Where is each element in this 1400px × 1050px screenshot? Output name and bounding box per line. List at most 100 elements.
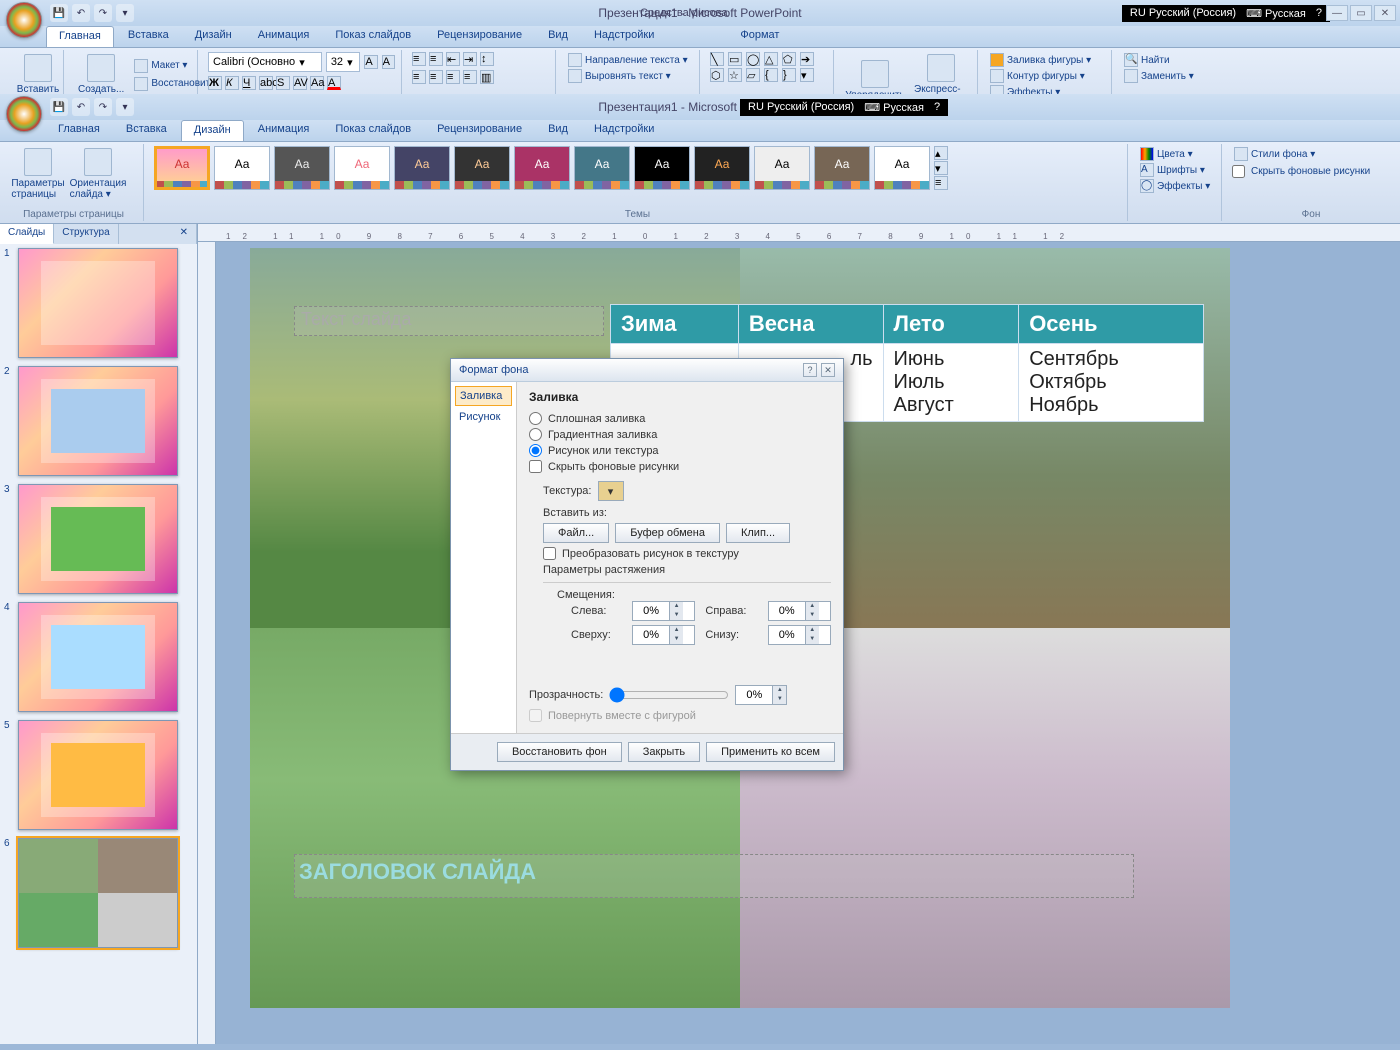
tab-addins[interactable]: Надстройки <box>582 26 666 47</box>
orientation-button[interactable]: Ориентация слайда ▾ <box>70 146 126 202</box>
shape-icon[interactable]: ⬡ <box>710 68 724 82</box>
shape-icon[interactable]: { <box>764 68 778 82</box>
case-icon[interactable]: Aa <box>310 76 324 90</box>
theme-swatch[interactable]: Аа <box>694 146 750 190</box>
undo-icon[interactable]: ↶ <box>72 4 90 22</box>
shape-outline[interactable]: Контур фигуры ▾ <box>988 68 1105 84</box>
char-spacing-icon[interactable]: AV <box>293 76 307 90</box>
cell[interactable]: ИюньИюльАвгуст <box>883 344 1019 422</box>
find-button[interactable]: 🔍Найти <box>1122 52 1200 68</box>
theme-colors[interactable]: Цвета ▾ <box>1138 146 1215 162</box>
justify-icon[interactable]: ≡ <box>463 70 477 84</box>
clipart-button[interactable]: Клип... <box>726 523 790 543</box>
shrink-font-icon[interactable]: A <box>382 55 395 69</box>
shape-icon[interactable]: ➔ <box>800 52 814 66</box>
file-button[interactable]: Файл... <box>543 523 609 543</box>
theme-swatch[interactable]: Аа <box>634 146 690 190</box>
theme-swatch[interactable]: Аа <box>214 146 270 190</box>
shape-icon[interactable]: ◯ <box>746 52 760 66</box>
theme-swatch[interactable]: Аа <box>814 146 870 190</box>
theme-swatch[interactable]: Аа <box>274 146 330 190</box>
help-icon[interactable]: ? <box>1316 7 1322 19</box>
tab2-view[interactable]: Вид <box>536 120 580 141</box>
numbering-icon[interactable]: ≡ <box>429 52 443 66</box>
slide-thumb[interactable] <box>18 484 178 594</box>
paste-button[interactable]: Вставить <box>10 52 66 97</box>
line-spacing-icon[interactable]: ↕ <box>480 52 494 66</box>
minimize-button-1[interactable]: — <box>1326 5 1348 21</box>
theme-swatch[interactable]: Аа <box>514 146 570 190</box>
qat-more-icon[interactable]: ▾ <box>116 4 134 22</box>
theme-swatch[interactable]: Аа <box>334 146 390 190</box>
title-placeholder[interactable]: ЗАГОЛОВОК СЛАЙДА <box>294 854 1134 898</box>
office-button-2[interactable] <box>6 96 42 132</box>
save-icon[interactable]: 💾 <box>50 4 68 22</box>
shape-icon[interactable]: ╲ <box>710 52 724 66</box>
strike-icon[interactable]: abc <box>259 76 273 90</box>
close-button-1[interactable]: ✕ <box>1374 5 1396 21</box>
office-button-1[interactable] <box>6 2 42 38</box>
redo-icon[interactable]: ↷ <box>94 98 112 116</box>
bullets-icon[interactable]: ≡ <box>412 52 426 66</box>
texture-picker[interactable]: ▾ <box>598 481 624 501</box>
qat-more-icon[interactable]: ▾ <box>116 98 134 116</box>
italic-icon[interactable]: К <box>225 76 239 90</box>
tab2-slideshow[interactable]: Показ слайдов <box>323 120 423 141</box>
th-spring[interactable]: Весна <box>738 305 883 344</box>
radio-picture[interactable] <box>529 444 542 457</box>
offset-top[interactable]: ▲▼ <box>632 625 695 645</box>
tab2-addins[interactable]: Надстройки <box>582 120 666 141</box>
offset-right[interactable]: ▲▼ <box>768 601 831 621</box>
language-bar-1[interactable]: RU Русский (Россия) ⌨ Русская ? <box>1122 5 1330 22</box>
tab-review[interactable]: Рецензирование <box>425 26 534 47</box>
theme-effects[interactable]: ◯Эффекты ▾ <box>1138 178 1215 194</box>
grow-font-icon[interactable]: A <box>364 55 377 69</box>
theme-swatch[interactable]: Аа <box>574 146 630 190</box>
offset-left[interactable]: ▲▼ <box>632 601 695 621</box>
align-left-icon[interactable]: ≡ <box>412 70 426 84</box>
themes-scroll-down[interactable]: ▾ <box>934 161 948 175</box>
align-text[interactable]: Выровнять текст ▾ <box>566 68 693 84</box>
undo-icon[interactable]: ↶ <box>72 98 90 116</box>
text-placeholder[interactable]: Текст слайда <box>294 306 604 336</box>
text-direction[interactable]: Направление текста ▾ <box>566 52 693 68</box>
help-icon[interactable]: ? <box>803 363 817 377</box>
dialog-titlebar[interactable]: Формат фона ? ✕ <box>451 359 843 382</box>
columns-icon[interactable]: ▥ <box>480 70 494 84</box>
theme-swatch[interactable]: Аа <box>874 146 930 190</box>
shape-icon[interactable]: ▭ <box>728 52 742 66</box>
shape-fill[interactable]: Заливка фигуры ▾ <box>988 52 1105 68</box>
themes-more[interactable]: ≡ <box>934 176 948 190</box>
hide-bg-checkbox[interactable] <box>1232 165 1245 178</box>
theme-swatch[interactable]: Аа <box>154 146 210 190</box>
align-right-icon[interactable]: ≡ <box>446 70 460 84</box>
tab-design[interactable]: Дизайн <box>183 26 244 47</box>
shape-more-icon[interactable]: ▾ <box>800 68 814 82</box>
redo-icon[interactable]: ↷ <box>94 4 112 22</box>
slide-thumb[interactable] <box>18 248 178 358</box>
shape-icon[interactable]: ▱ <box>746 68 760 82</box>
indent-dec-icon[interactable]: ⇤ <box>446 52 460 66</box>
th-summer[interactable]: Лето <box>883 305 1019 344</box>
bold-icon[interactable]: Ж <box>208 76 222 90</box>
transparency-slider[interactable] <box>609 687 729 703</box>
clipboard-button[interactable]: Буфер обмена <box>615 523 720 543</box>
outline-tab[interactable]: Структура <box>54 224 118 244</box>
indent-inc-icon[interactable]: ⇥ <box>463 52 477 66</box>
transparency-value[interactable]: ▲▼ <box>735 685 787 705</box>
tab-home[interactable]: Главная <box>46 26 114 47</box>
font-name-combo[interactable]: Calibri (Основно▾ <box>208 52 322 72</box>
radio-gradient[interactable] <box>529 428 542 441</box>
tab-format[interactable]: Формат <box>728 26 791 47</box>
th-autumn[interactable]: Осень <box>1019 305 1204 344</box>
close-panel-icon[interactable]: ✕ <box>172 224 197 244</box>
reset-bg-button[interactable]: Восстановить фон <box>497 742 622 762</box>
font-color-icon[interactable]: A <box>327 76 341 90</box>
replace-button[interactable]: Заменить ▾ <box>1122 68 1200 84</box>
slides-tab[interactable]: Слайды <box>0 224 54 244</box>
page-setup-button[interactable]: Параметры страницы <box>10 146 66 202</box>
tab-animation[interactable]: Анимация <box>246 26 322 47</box>
shape-icon[interactable]: ⬠ <box>782 52 796 66</box>
offset-bottom[interactable]: ▲▼ <box>768 625 831 645</box>
th-winter[interactable]: Зима <box>611 305 739 344</box>
